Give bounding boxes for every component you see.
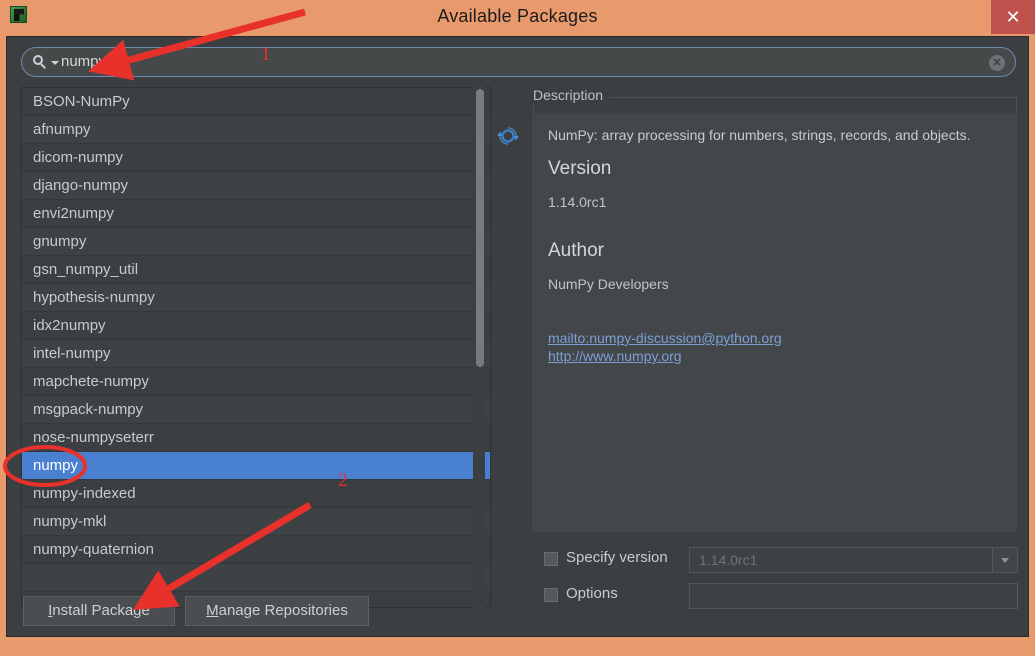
chevron-down-icon [1001, 558, 1009, 563]
title-bar: Available Packages ✕ [0, 0, 1035, 36]
list-item[interactable]: numpy [22, 452, 490, 480]
window-frame: Available Packages ✕ numpy ✕ BSON-NumPy a… [0, 0, 1035, 656]
list-item[interactable]: envi2numpy [22, 200, 490, 228]
close-button[interactable]: ✕ [991, 0, 1035, 34]
list-item[interactable]: gnumpy [22, 228, 490, 256]
manage-label: anage Repositories [218, 602, 348, 619]
refresh-icon-svg [497, 127, 519, 145]
search-icon-handle [40, 63, 46, 69]
homepage-link[interactable]: http://www.numpy.org [548, 348, 682, 364]
clear-search-button[interactable]: ✕ [989, 55, 1005, 71]
list-item[interactable]: gsn_numpy_util [22, 256, 490, 284]
page-title: Available Packages [437, 6, 598, 26]
close-icon: ✕ [1005, 7, 1021, 27]
specify-version-label: Specify version [566, 549, 668, 566]
list-item[interactable]: idx2numpy [22, 312, 490, 340]
list-item[interactable]: dicom-numpy [22, 144, 490, 172]
list-item[interactable] [22, 564, 490, 592]
close-icon: ✕ [992, 57, 1002, 69]
mail-link[interactable]: mailto:numpy-discussion@python.org [548, 330, 782, 346]
list-item[interactable]: BSON-NumPy [22, 88, 490, 116]
description-panel: Description NumPy: array processing for … [533, 87, 1017, 532]
list-item[interactable]: numpy-indexed [22, 480, 490, 508]
version-select[interactable]: 1.14.0rc1 [689, 547, 1018, 573]
package-list-scrollbar-thumb[interactable] [476, 89, 484, 367]
annotation-number-2: 2 [338, 470, 348, 491]
description-legend: Description [533, 87, 610, 103]
list-item[interactable]: mapchete-numpy [22, 368, 490, 396]
search-input[interactable]: numpy ✕ [21, 47, 1016, 77]
version-heading: Version [548, 158, 612, 179]
version-value: 1.14.0rc1 [548, 194, 607, 210]
author-value: NumPy Developers [548, 276, 669, 292]
annotation-number-1: 1 [261, 44, 271, 65]
version-select-value: 1.14.0rc1 [699, 552, 758, 568]
refresh-icon[interactable] [497, 125, 519, 147]
list-item[interactable]: django-numpy [22, 172, 490, 200]
options-label: Options [566, 585, 618, 602]
install-package-button[interactable]: Install Package [23, 596, 175, 626]
search-icon [33, 55, 49, 71]
description-content: NumPy: array processing for numbers, str… [535, 114, 1017, 532]
specify-version-row: Specify version 1.14.0rc1 [538, 545, 1018, 575]
list-item[interactable]: numpy-mkl [22, 508, 490, 536]
package-list[interactable]: BSON-NumPy afnumpy dicom-numpy django-numpy… [21, 87, 491, 608]
install-label: nstall Package [52, 602, 150, 619]
options-checkbox[interactable] [544, 588, 558, 602]
options-input[interactable] [689, 583, 1018, 609]
search-row: numpy ✕ [21, 47, 1016, 77]
list-item[interactable]: hypothesis-numpy [22, 284, 490, 312]
version-select-arrow[interactable] [992, 548, 1017, 572]
description-box: NumPy: array processing for numbers, str… [533, 97, 1017, 532]
manage-repositories-button[interactable]: Manage Repositories [185, 596, 369, 626]
list-item[interactable]: numpy-quaternion [22, 536, 490, 564]
available-packages-dialog: numpy ✕ BSON-NumPy afnumpy dicom-numpy djan… [6, 36, 1029, 637]
manage-mnemonic: M [206, 602, 219, 619]
list-item[interactable]: msgpack-numpy [22, 396, 490, 424]
author-heading: Author [548, 240, 604, 261]
search-input-value: numpy [61, 53, 107, 70]
chevron-down-icon[interactable] [51, 61, 59, 65]
list-item[interactable]: nose-numpyseterr [22, 424, 490, 452]
list-item[interactable]: intel-numpy [22, 340, 490, 368]
list-item[interactable]: afnumpy [22, 116, 490, 144]
options-row: Options [538, 581, 1018, 611]
specify-version-checkbox[interactable] [544, 552, 558, 566]
package-summary: NumPy: array processing for numbers, str… [548, 127, 971, 143]
